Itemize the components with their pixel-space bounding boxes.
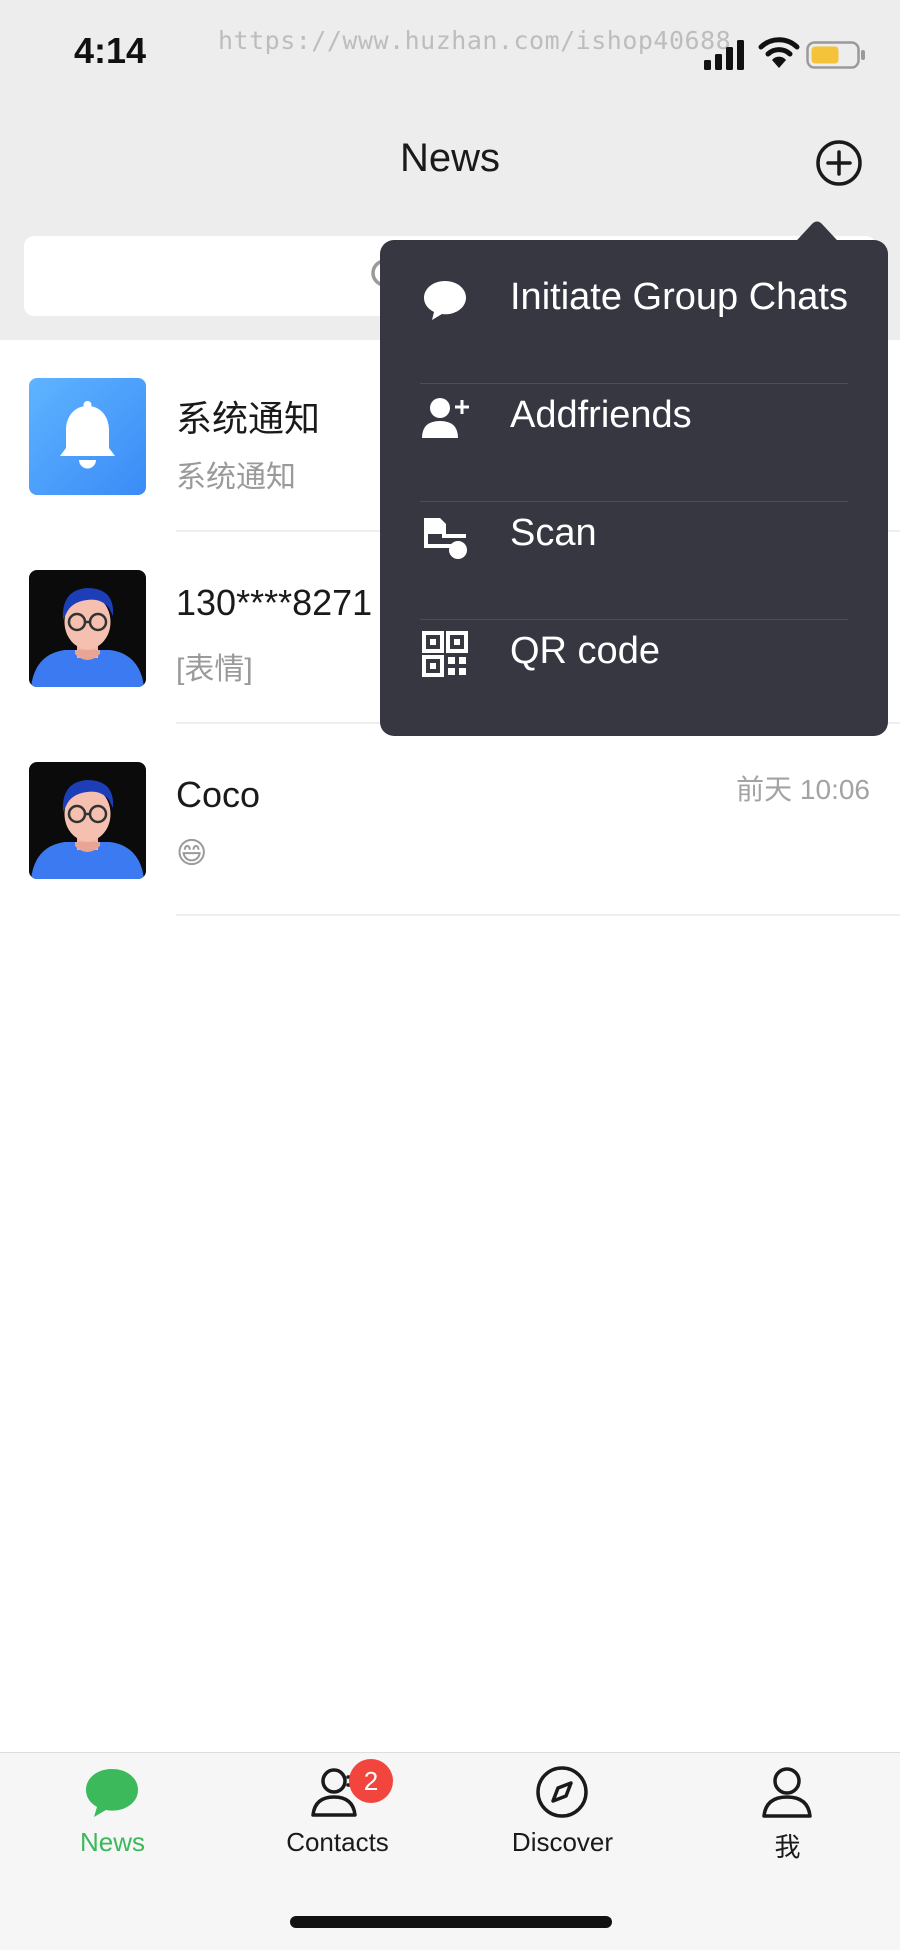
watermark-text: https://www.huzhan.com/ishop40688 xyxy=(218,26,732,55)
wifi-icon xyxy=(758,37,800,68)
man-glasses-avatar-icon xyxy=(29,762,146,879)
chat-item-coco[interactable]: Coco 😄 前天 10:06 xyxy=(0,724,900,916)
status-time: 4:14 xyxy=(74,30,147,71)
chat-name: Coco xyxy=(176,774,261,815)
home-indicator xyxy=(290,1916,612,1928)
avatar xyxy=(29,378,146,495)
chat-name: 130****8271 xyxy=(176,582,373,623)
add-button[interactable] xyxy=(814,138,864,188)
menu-item-scan[interactable]: Scan xyxy=(380,476,888,594)
person-icon xyxy=(762,1767,812,1818)
tab-news[interactable]: News xyxy=(0,1753,225,1883)
chat-bubble-icon xyxy=(86,1769,138,1817)
chat-preview: [表情] xyxy=(176,653,253,686)
menu-item-label: Addfriends xyxy=(510,394,692,436)
menu-item-label: Initiate Group Chats xyxy=(510,276,848,318)
menu-item-qr-code[interactable]: QR code xyxy=(380,594,888,712)
menu-item-group-chat[interactable]: Initiate Group Chats xyxy=(380,240,888,358)
chat-preview: 😄 xyxy=(176,837,208,870)
signal-icon xyxy=(704,40,744,70)
chat-time: 前天 10:06 xyxy=(736,774,870,805)
menu-item-label: Scan xyxy=(510,512,597,554)
scan-icon xyxy=(424,518,467,559)
add-user-icon xyxy=(422,398,469,438)
battery-icon xyxy=(806,41,865,69)
menu-item-label: QR code xyxy=(510,630,660,672)
tab-label: Contacts xyxy=(286,1827,389,1857)
chat-bubble-icon xyxy=(424,281,466,320)
menu-item-add-friends[interactable]: Addfriends xyxy=(380,358,888,476)
avatar xyxy=(29,570,146,687)
chat-name: 系统通知 xyxy=(176,398,321,439)
tab-me[interactable]: 我 xyxy=(675,1753,900,1883)
tab-label: Discover xyxy=(511,1827,614,1857)
tab-discover[interactable]: Discover xyxy=(450,1753,675,1883)
tab-label: 我 xyxy=(774,1832,801,1862)
tab-contacts[interactable]: 2 Contacts xyxy=(225,1753,450,1883)
chat-preview: 系统通知 xyxy=(176,461,296,494)
tab-label: News xyxy=(79,1827,145,1857)
man-glasses-avatar-icon xyxy=(29,570,146,687)
avatar xyxy=(29,762,146,879)
divider xyxy=(176,914,900,916)
qr-code-icon xyxy=(422,631,468,677)
compass-icon xyxy=(536,1766,588,1818)
bell-icon xyxy=(29,378,146,495)
popup-menu: Initiate Group Chats Addfriends Scan QR … xyxy=(380,240,888,736)
page-title: News xyxy=(399,136,501,180)
badge: 2 xyxy=(349,1759,393,1803)
